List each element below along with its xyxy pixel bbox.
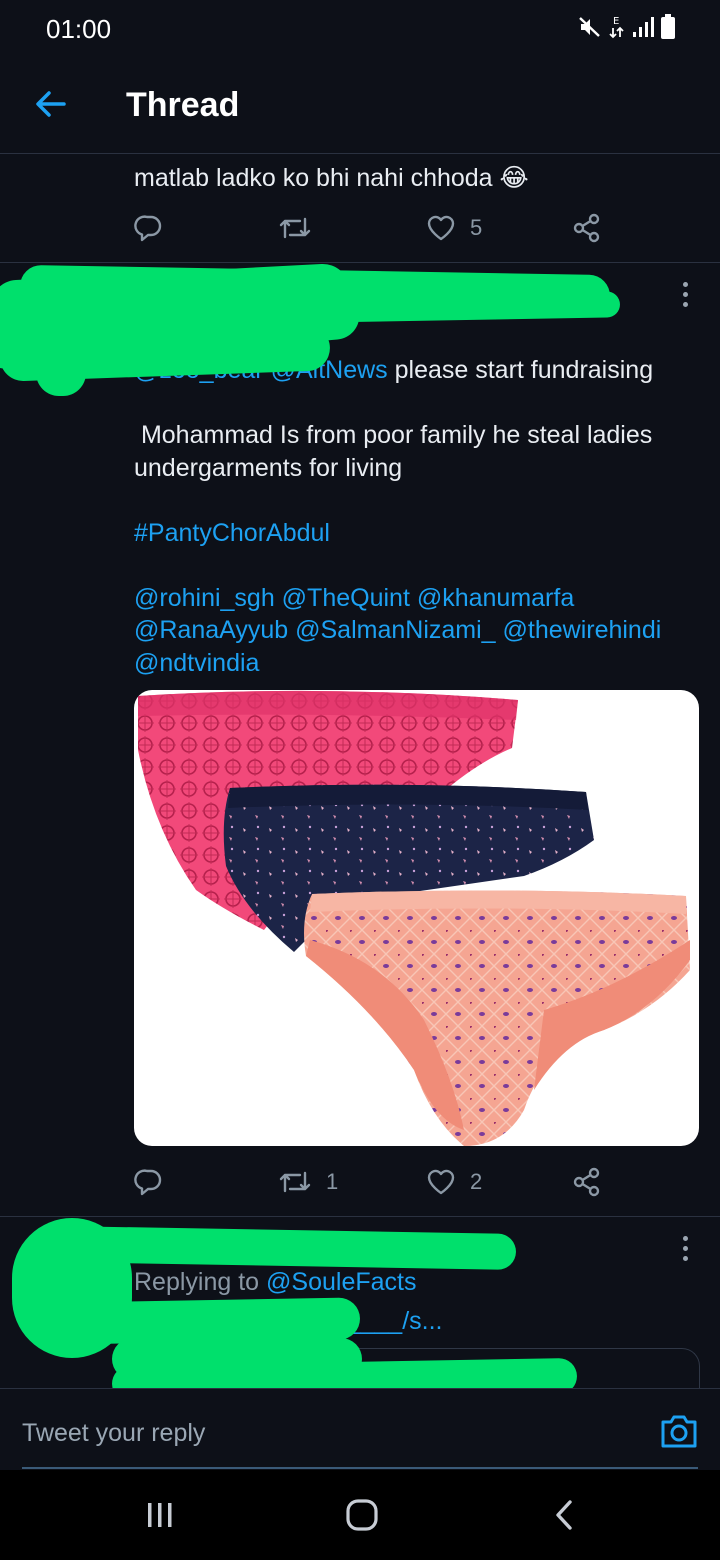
hashtag-link[interactable]: #PantyChorAbdul [134,517,694,550]
main-tweet-actions: 1 2 [134,1162,614,1202]
home-icon [346,1499,378,1531]
retweet-icon [279,1171,311,1193]
share-button[interactable] [572,1162,602,1202]
tweet-more-button[interactable] [670,274,700,314]
status-bar: 01:00 E [0,0,720,56]
main-tweet-text: @zoo_bear @AltNews please start fundrais… [134,354,694,679]
underwear-product-image [138,690,690,1146]
replying-prefix: Replying to [134,1268,267,1296]
status-icons: E [578,14,676,40]
reply-icon [134,215,162,242]
divider [0,1216,720,1217]
reply-input[interactable]: Tweet your reply [22,1419,205,1448]
divider [0,262,720,263]
back-nav-icon [556,1500,572,1530]
laughing-emoji: 😂 [499,164,529,192]
retweet-count: 1 [326,1169,339,1194]
retweet-button[interactable]: 1 [278,1162,338,1202]
svg-text:E: E [613,16,619,27]
more-icon [682,1235,688,1241]
share-icon [573,1167,600,1197]
previous-tweet-actions: 5 [134,208,614,248]
retweet-icon [279,217,311,239]
tweet-image[interactable] [134,690,699,1146]
like-count: 2 [470,1169,483,1194]
reply-icon [134,1169,162,1196]
signal-icon [633,17,654,37]
mute-icon [579,17,600,37]
replying-to-line: Replying to @SouleFacts [134,1266,694,1299]
share-icon [573,213,600,243]
camera-button[interactable] [660,1413,698,1449]
battery-icon [661,14,675,39]
tweet-text-segment: please start fundraising [387,356,654,384]
retweet-button[interactable] [278,208,312,248]
back-nav-button[interactable] [534,1492,594,1538]
reply-more-button[interactable] [670,1228,700,1268]
system-nav-bar [0,1470,720,1560]
tweet-paragraph-2: Mohammad Is from poor family he steal la… [134,421,660,482]
thread-header: Thread [0,56,720,154]
back-arrow-icon [36,91,66,117]
like-icon [427,1169,455,1195]
share-button[interactable] [572,208,602,248]
more-icon [682,281,688,287]
reply-button[interactable] [134,208,164,248]
tagged-accounts-line-1[interactable]: @rohini_sgh @TheQuint @khanumarfa [134,582,694,615]
back-button[interactable] [28,80,72,128]
home-button[interactable] [332,1492,392,1538]
previous-tweet-line: matlab ladko ko bhi nahi chhoda [134,164,493,192]
input-underline [22,1467,698,1469]
recent-apps-icon [148,1503,172,1527]
previous-tweet-text: matlab ladko ko bhi nahi chhoda 😂 [134,146,694,196]
status-time: 01:00 [46,14,112,44]
camera-icon [661,1415,697,1448]
like-icon [427,215,455,241]
tagged-accounts-line-2[interactable]: @RanaAyyub @SalmanNizami_ @thewirehindi [134,614,694,647]
like-count: 5 [470,215,483,240]
page-title: Thread [126,86,240,124]
tagged-accounts-line-3[interactable]: @ndtvindia [134,647,694,680]
like-button[interactable]: 2 [426,1162,482,1202]
replying-handle-link[interactable]: @SouleFacts [266,1268,416,1296]
data-icon: E [609,16,624,39]
reply-composer: Tweet your reply [0,1388,720,1469]
like-button[interactable]: 5 [426,208,482,248]
recent-apps-button[interactable] [130,1492,190,1538]
reply-button[interactable] [134,1162,164,1202]
